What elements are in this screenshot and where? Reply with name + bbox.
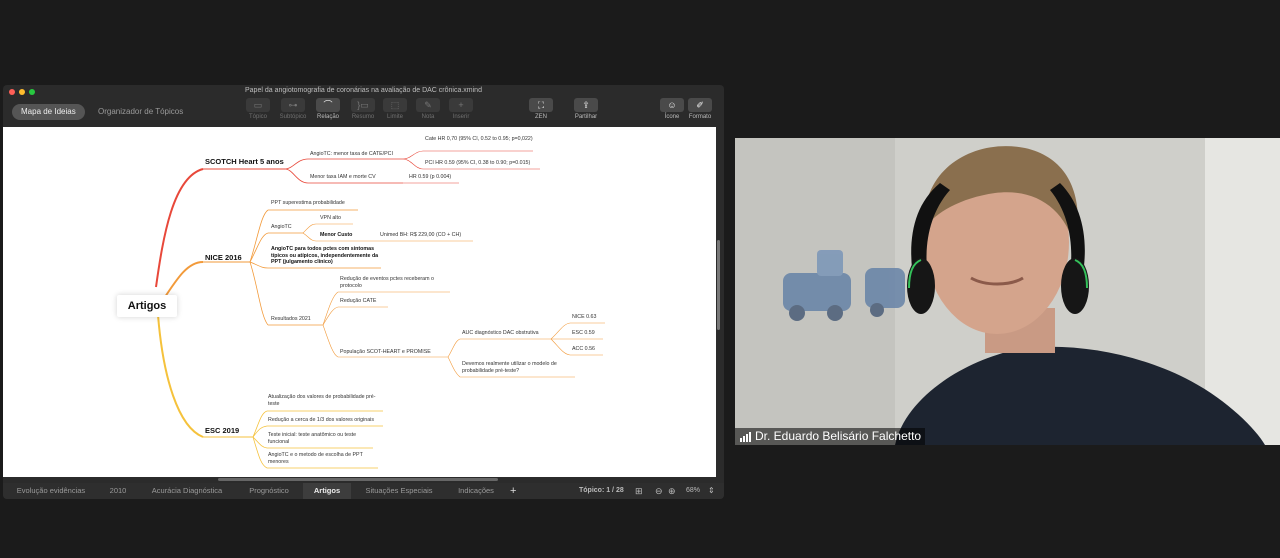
topic-scotch-hr[interactable]: HR 0.59 (p 0.004)	[409, 174, 465, 181]
summary-button[interactable]: }▭ Resumo	[348, 98, 378, 120]
topic-scotch-menor[interactable]: Menor taxa IAM e morte CV	[310, 174, 406, 181]
topic-esc-reducao[interactable]: Redução a cerca de 1/3 dos valores origi…	[268, 417, 386, 424]
window-title: Papel da angiotomografia de coronárias n…	[245, 87, 482, 94]
root-topic[interactable]: Artigos	[117, 295, 177, 317]
smiley-icon: ☺	[660, 98, 684, 112]
sheet-tab-indicacoes[interactable]: Indicações	[447, 483, 505, 499]
topic-nice-2016[interactable]: NICE 2016	[205, 253, 242, 262]
topic-nice-ppt[interactable]: PPT superestima probabilidade	[271, 200, 366, 207]
topic-scotch-angio[interactable]: AngioTC: menor taxa de CATE/PCI	[310, 151, 406, 158]
note-icon: ✎	[416, 98, 440, 112]
boundary-icon: ⬚	[383, 98, 407, 112]
signal-icon	[740, 432, 752, 442]
share-button[interactable]: ⇪ Partilhar	[571, 98, 601, 120]
sheet-tab-artigos[interactable]: Artigos	[303, 483, 351, 499]
fullscreen-icon: ⛶	[529, 98, 553, 112]
mind-map-canvas[interactable]: Artigos SCOTCH Heart 5 anos AngioTC: men…	[3, 127, 716, 477]
brush-icon: ✐	[688, 98, 712, 112]
sheet-tab-acuracia-diagnostica[interactable]: Acurácia Diagnóstica	[139, 483, 235, 499]
topic-icon: ▭	[246, 98, 270, 112]
insert-button[interactable]: + Inserir	[446, 98, 476, 120]
topic-nice-resultados[interactable]: Resultados 2021	[271, 316, 321, 323]
topic-nice-populacao[interactable]: População SCOT-HEART e PROMISE	[340, 349, 448, 356]
video-frame	[735, 138, 1280, 445]
zoom-in-button[interactable]: ⊕	[668, 483, 676, 499]
icon-panel-button[interactable]: ☺ Ícone	[657, 98, 687, 120]
topic-nice-auc-nice[interactable]: NICE 0.63	[572, 314, 606, 321]
topic-esc-teste[interactable]: Teste inicial: teste anatômico ou teste …	[268, 432, 373, 445]
share-icon: ⇪	[574, 98, 598, 112]
topic-scotch-cate[interactable]: Cate HR 0,70 (95% CI, 0.52 to 0.95; p=0,…	[425, 136, 533, 143]
summary-icon: }▭	[351, 98, 375, 112]
horizontal-scrollbar[interactable]	[218, 478, 498, 481]
topic-nice-reducao-eventos[interactable]: Redução de eventos pctes receberam o pro…	[340, 276, 452, 289]
plus-icon: +	[449, 98, 473, 112]
sheet-tab-evolucao-evidencias[interactable]: Evolução evidências	[5, 483, 97, 499]
relation-button[interactable]: ⌒ Relação	[313, 98, 343, 120]
topic-nice-vpn[interactable]: VPN alto	[320, 215, 356, 222]
zen-button[interactable]: ⛶ ZEN	[526, 98, 556, 120]
map-view-icon[interactable]: ⊞	[635, 483, 643, 499]
topic-nice-angio[interactable]: AngioTC	[271, 224, 305, 231]
zoom-out-button[interactable]: ⊖	[655, 483, 663, 499]
sheet-tab-bar: Evolução evidências 2010 Acurácia Diagnó…	[3, 483, 724, 499]
topic-nice-todos[interactable]: AngioTC para todos pctes com sintomas tí…	[271, 246, 385, 266]
topic-scotch-pci[interactable]: PCI HR 0.59 (95% CI, 0.38 to 0.90; p=0.0…	[425, 160, 543, 167]
topic-esc-angio[interactable]: AngioTC e o metodo de escolha de PPT men…	[268, 452, 380, 465]
note-button[interactable]: ✎ Nota	[413, 98, 443, 120]
zoom-stepper-icon[interactable]: ⇕	[708, 483, 715, 499]
topic-nice-menor-custo[interactable]: Menor Custo	[320, 232, 364, 239]
vertical-scrollbar[interactable]	[717, 240, 720, 330]
topic-scotch-heart[interactable]: SCOTCH Heart 5 anos	[205, 157, 284, 166]
topic-nice-reducao-cate[interactable]: Redução CATE	[340, 298, 388, 305]
topic-nice-auc-acc[interactable]: ACC 0.56	[572, 346, 604, 353]
add-sheet-button[interactable]: +	[510, 483, 516, 499]
tab-mapa-de-ideias[interactable]: Mapa de Ideias	[12, 104, 85, 120]
boundary-button[interactable]: ⬚ Limite	[380, 98, 410, 120]
zoom-level[interactable]: 68%	[686, 483, 700, 499]
title-bar: Papel da angiotomografia de coronárias n…	[3, 85, 724, 98]
tab-organizador-de-topicos[interactable]: Organizador de Tópicos	[89, 104, 192, 120]
participant-video	[735, 138, 1280, 445]
topic-button[interactable]: ▭ Tópico	[243, 98, 273, 120]
topic-nice-devemos[interactable]: Devemos realmente utilizar o modelo de p…	[462, 361, 577, 374]
topic-nice-auc[interactable]: AUC diagnóstico DAC obstrutiva	[462, 330, 552, 337]
sheet-tab-prognostico[interactable]: Prognóstico	[239, 483, 299, 499]
participant-name-tag: Dr. Eduardo Belisário Falchetto	[735, 428, 926, 445]
subtopic-icon: ⊶	[281, 98, 305, 112]
relation-icon: ⌒	[316, 98, 340, 112]
sheet-tab-2010[interactable]: 2010	[101, 483, 135, 499]
topic-count: Tópico: 1 / 28	[579, 487, 624, 494]
topic-esc-2019[interactable]: ESC 2019	[205, 426, 239, 435]
topic-nice-auc-esc[interactable]: ESC 0.59	[572, 330, 604, 337]
sheet-tab-situacoes-especiais[interactable]: Situações Especiais	[355, 483, 443, 499]
topic-esc-atualizacao[interactable]: Atualização dos valores de probabilidade…	[268, 394, 383, 407]
participant-name: Dr. Eduardo Belisário Falchetto	[755, 429, 922, 443]
format-panel-button[interactable]: ✐ Formato	[685, 98, 715, 120]
xmind-window: Papel da angiotomografia de coronárias n…	[3, 85, 724, 499]
topic-nice-unimed[interactable]: Unimed BH: R$ 229,00 (CO + CH)	[380, 232, 480, 239]
subtopic-button[interactable]: ⊶ Subtópico	[278, 98, 308, 120]
